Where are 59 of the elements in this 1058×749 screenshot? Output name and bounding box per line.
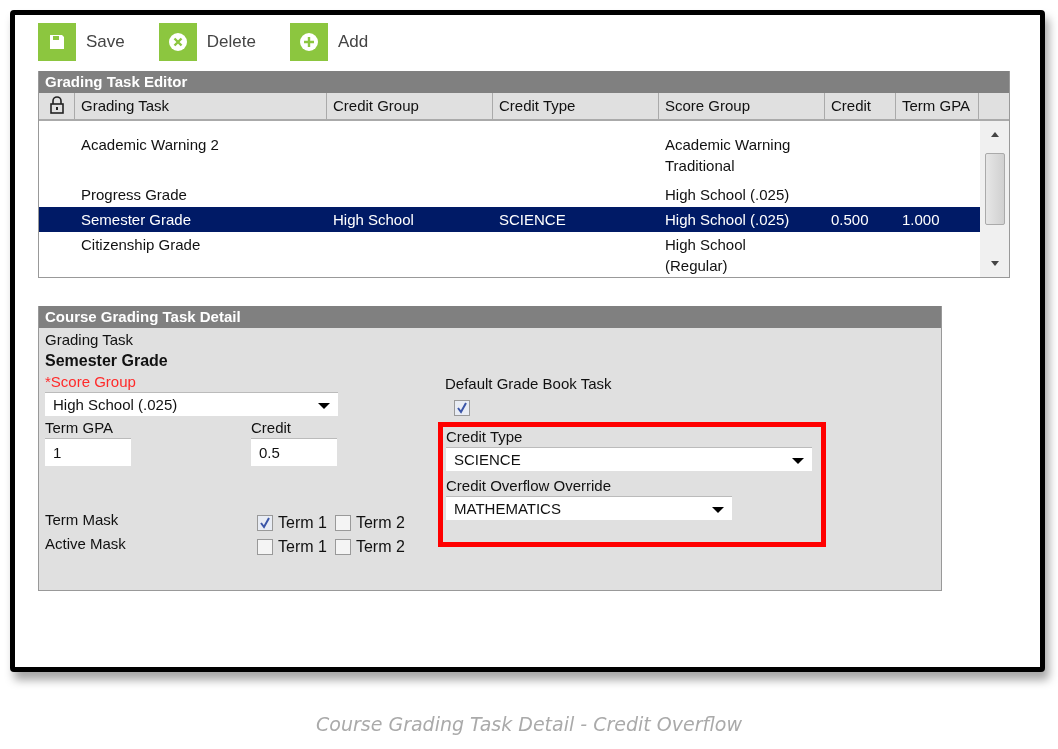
checkbox[interactable] — [257, 539, 273, 555]
field-label: Credit — [251, 418, 292, 438]
column-header[interactable]: Credit Group — [327, 93, 493, 119]
field-label: Default Grade Book Task — [445, 374, 612, 394]
table-row[interactable]: Semester Grade High School SCIENCE High School (.025) 0.500 1.000 — [39, 207, 980, 232]
column-header[interactable]: Score Group — [659, 93, 825, 119]
checkbox-label: Term 1 — [278, 538, 327, 556]
dropdown[interactable]: MATHEMATICS — [446, 496, 732, 520]
caption: Course Grading Task Detail - Credit Overflow — [315, 713, 743, 735]
table-cell: 0.500 — [831, 211, 869, 228]
table-cell: Citizenship Grade — [81, 236, 201, 253]
dropdown[interactable]: SCIENCE — [446, 447, 812, 471]
checkbox-label: Term 2 — [355, 514, 405, 532]
column-header[interactable]: Term GPA — [896, 93, 979, 119]
table-cell: High School — [333, 211, 414, 228]
scrollbar[interactable] — [980, 121, 1009, 277]
table-row[interactable]: Academic Warning 2 Academic Warning Traditional — [39, 132, 980, 178]
checkbox[interactable] — [334, 539, 351, 555]
scroll-up-icon[interactable] — [989, 131, 1000, 137]
input-field[interactable]: 0.5 — [251, 438, 337, 466]
checkbox-label: Term 2 — [355, 538, 405, 556]
field-label: Term Mask — [45, 510, 120, 528]
toolbar-button[interactable]: Delete — [158, 23, 256, 61]
checkbox[interactable] — [257, 515, 273, 531]
table-cell: Progress Grade — [81, 186, 187, 203]
field-label: Term GPA — [45, 418, 115, 438]
column-header[interactable]: Grading Task — [75, 93, 327, 119]
field-label: Credit Type — [446, 427, 523, 447]
scroll-down-icon[interactable] — [989, 261, 1000, 267]
checkbox[interactable] — [334, 515, 351, 531]
toolbar-button[interactable]: Add — [289, 23, 369, 61]
dropdown[interactable]: High School (.025) — [45, 392, 338, 416]
panel-title: Course Grading Task Detail — [39, 306, 941, 328]
panel-title: Grading Task Editor — [39, 71, 1009, 93]
table-cell: Academic Warning Traditional — [665, 136, 791, 174]
scroll-thumb[interactable] — [984, 153, 1005, 225]
table-cell: High School (Regular) — [665, 236, 746, 274]
plus-icon — [298, 32, 319, 52]
table-row[interactable]: Citizenship Grade High School (Regular) — [39, 232, 980, 278]
field-label: *Score Group — [45, 372, 136, 392]
column-header[interactable]: Credit — [825, 93, 896, 119]
table-cell: SCIENCE — [499, 211, 566, 228]
toolbar-button[interactable]: Save — [38, 23, 125, 61]
table-cell: 1.000 — [902, 211, 940, 228]
column-header[interactable]: Credit Type — [493, 93, 659, 119]
input-field[interactable]: 1 — [45, 438, 131, 466]
table-cell: Academic Warning 2 — [81, 136, 219, 153]
table-cell: High School (.025) — [665, 211, 790, 228]
field-value: Semester Grade — [45, 351, 168, 371]
field-label: Credit Overflow Override — [446, 476, 612, 496]
table-row[interactable]: Progress Grade High School (.025) — [39, 182, 980, 207]
table-cell: Semester Grade — [81, 211, 192, 228]
checkbox-label: Term 1 — [278, 514, 327, 532]
close-icon — [167, 32, 188, 52]
table-cell: High School (.025) — [665, 186, 790, 203]
field-label: Active Mask — [45, 534, 127, 552]
checkbox[interactable] — [454, 400, 470, 416]
lock-icon — [48, 96, 65, 114]
field-label: Grading Task — [45, 330, 134, 350]
